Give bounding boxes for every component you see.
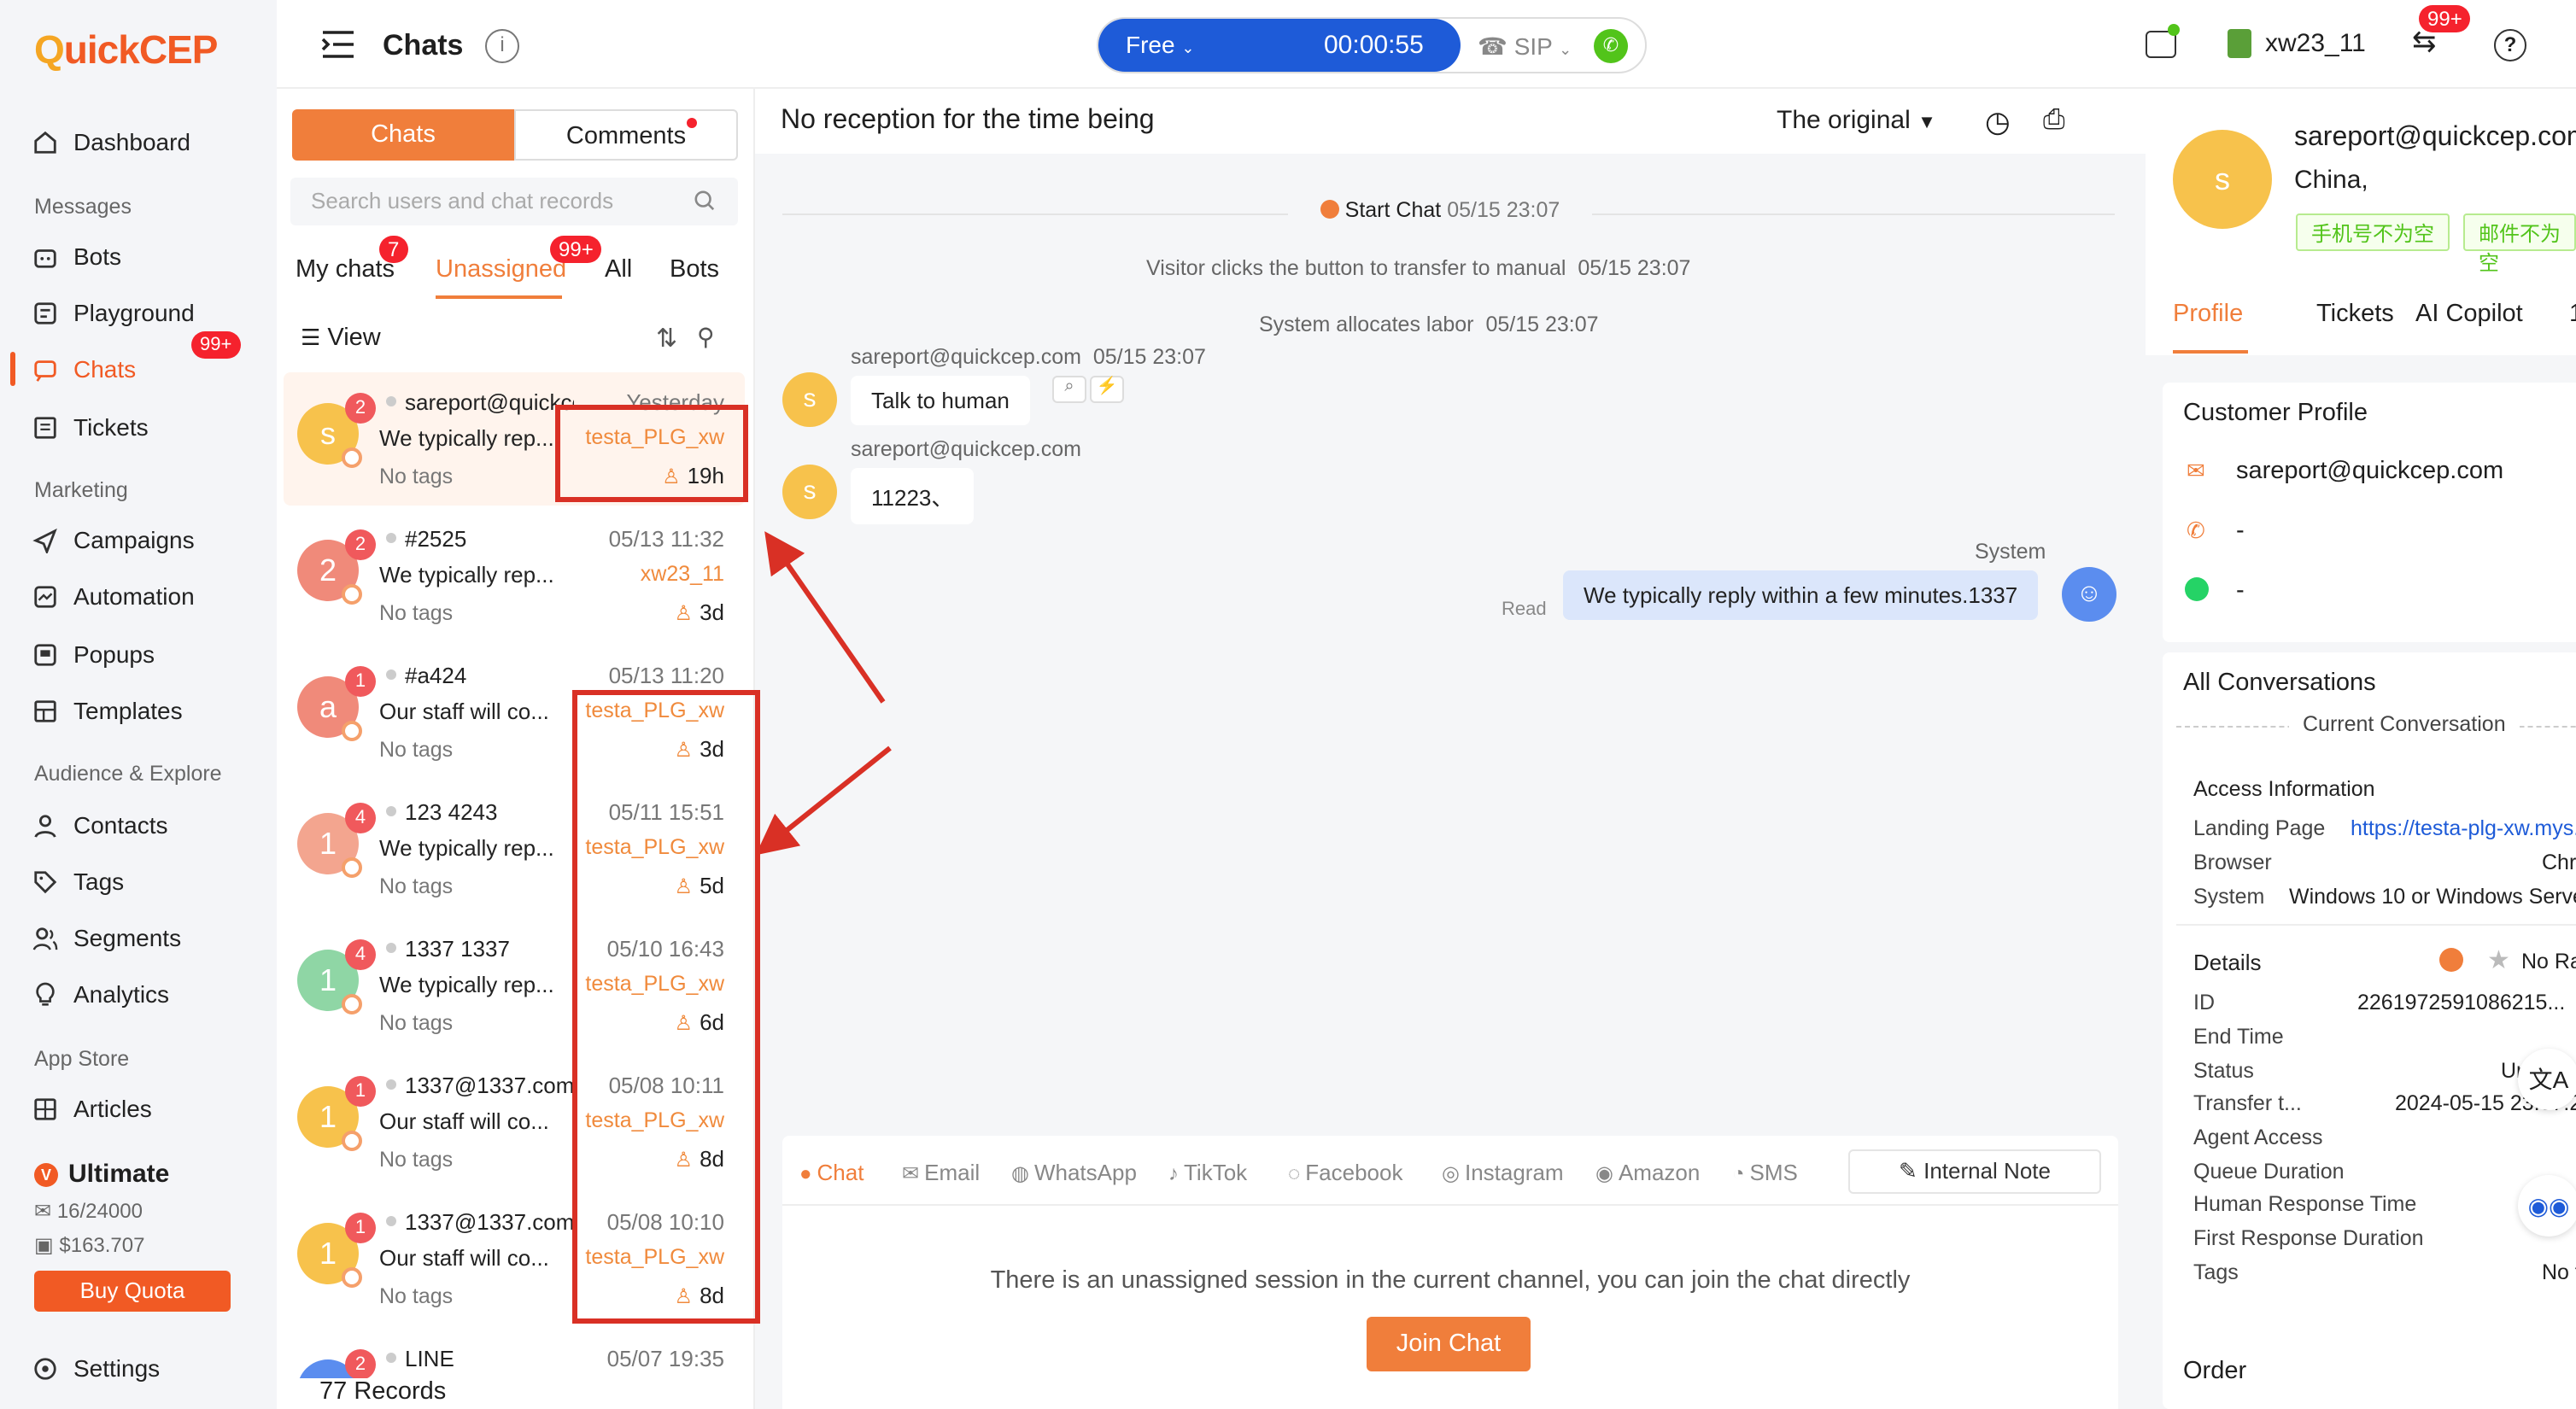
annotation-arrows [755, 531, 892, 856]
arrow [755, 745, 892, 856]
arrow [764, 531, 886, 704]
